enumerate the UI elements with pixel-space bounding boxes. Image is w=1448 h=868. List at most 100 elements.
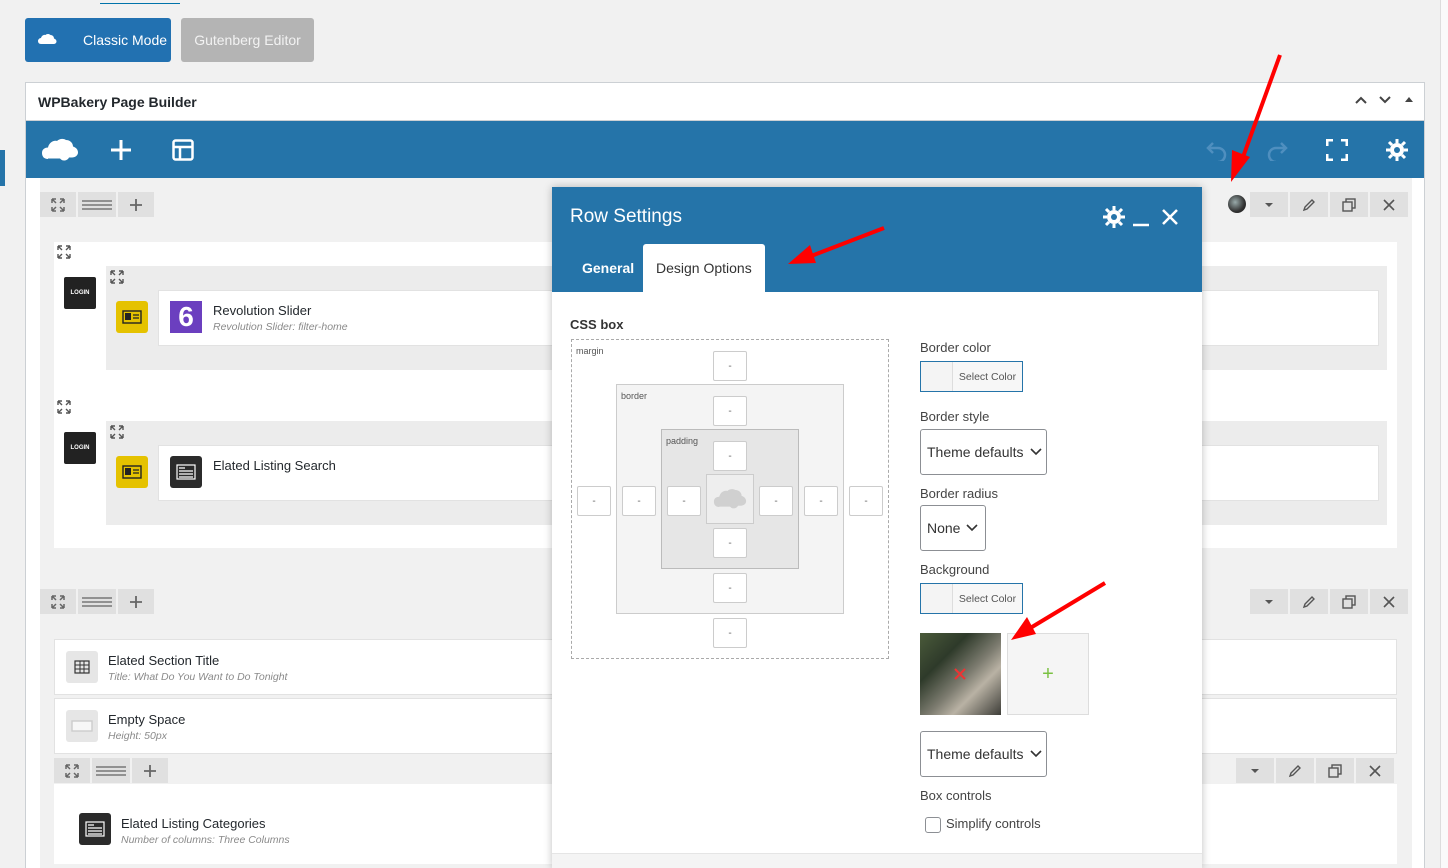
- builder-toolbar: [26, 121, 1424, 178]
- settings-gear-icon[interactable]: [1382, 121, 1412, 178]
- css-box-margin: margin border padding: [571, 339, 889, 659]
- border-left-input[interactable]: -: [622, 486, 656, 516]
- right-scrollbar[interactable]: [1440, 0, 1448, 868]
- background-image-thumbnail[interactable]: [920, 633, 1001, 715]
- row-edit-button[interactable]: [1290, 192, 1328, 217]
- row-clone-button[interactable]: [1330, 589, 1368, 614]
- inner-row-edit-button[interactable]: [1276, 758, 1314, 783]
- chevron-down-icon[interactable]: [1378, 93, 1392, 107]
- wpbakery-logo-icon[interactable]: [38, 121, 82, 178]
- tab-design-options-label: Design Options: [656, 260, 752, 276]
- css-box-content: [706, 474, 754, 524]
- redo-icon[interactable]: [1262, 121, 1292, 178]
- margin-bottom-input[interactable]: -: [713, 618, 747, 648]
- pencil-icon: [1288, 764, 1301, 777]
- border-style-select[interactable]: Theme defaults: [920, 429, 1047, 475]
- inner-row-add-icon[interactable]: [132, 758, 168, 783]
- login-badge-text: LOGIN: [70, 445, 90, 451]
- row-layout-icon[interactable]: [78, 589, 116, 614]
- background-color-picker[interactable]: Select Color: [920, 583, 1023, 614]
- column-expand-icon[interactable]: [57, 400, 71, 414]
- chevron-up-icon[interactable]: [1354, 93, 1368, 107]
- border-radius-value: None: [927, 520, 961, 536]
- classic-mode-button[interactable]: Classic Mode: [25, 18, 171, 62]
- inner-row-delete-button[interactable]: [1356, 758, 1394, 783]
- border-color-picker[interactable]: Select Color: [920, 361, 1023, 392]
- border-style-label: Border style: [920, 409, 990, 424]
- chevron-down-icon: [1029, 448, 1042, 456]
- fullscreen-icon[interactable]: [1322, 121, 1352, 178]
- element-title: Empty Space: [108, 712, 186, 727]
- row1-controls: [40, 192, 156, 217]
- inner-row-toggle-button[interactable]: [1236, 758, 1274, 783]
- element-subtitle: Title: What Do You Want to Do Tonight: [108, 671, 288, 683]
- chevron-down-icon: [966, 524, 979, 532]
- column-expand-icon[interactable]: [57, 245, 71, 259]
- inner-row-layout-icon[interactable]: [92, 758, 130, 783]
- element-subtitle: Revolution Slider: filter-home: [213, 321, 348, 333]
- row-toggle-button[interactable]: [1250, 589, 1288, 614]
- row-edit-button[interactable]: [1290, 589, 1328, 614]
- border-right-input[interactable]: -: [804, 486, 838, 516]
- border-bottom-input[interactable]: -: [713, 573, 747, 603]
- gutenberg-editor-button[interactable]: Gutenberg Editor: [181, 18, 314, 62]
- empty-space-icon: [66, 710, 98, 742]
- row-layout-icon[interactable]: [78, 192, 116, 217]
- row-delete-button[interactable]: [1370, 192, 1408, 217]
- modal-header: Row Settings General Design Options: [552, 187, 1202, 292]
- listing-search-icon: [170, 456, 202, 488]
- tab-general-label: General: [582, 260, 635, 276]
- padding-bottom-input[interactable]: -: [713, 528, 747, 558]
- margin-right-input[interactable]: -: [849, 486, 883, 516]
- inner-row-move-icon[interactable]: [54, 758, 90, 783]
- collapse-triangle-icon[interactable]: [1402, 93, 1416, 107]
- close-icon[interactable]: [1161, 208, 1179, 226]
- row-add-icon[interactable]: [118, 589, 154, 614]
- border-label: border: [621, 391, 648, 401]
- row-settings-modal: Row Settings General Design Options CSS …: [552, 187, 1202, 868]
- add-image-button[interactable]: +: [1007, 633, 1089, 715]
- element-title: Elated Section Title: [108, 653, 220, 668]
- padding-right-input[interactable]: -: [759, 486, 793, 516]
- modal-settings-gear-icon[interactable]: [1103, 206, 1125, 228]
- row-move-icon[interactable]: [40, 192, 76, 217]
- row-toggle-button[interactable]: [1250, 192, 1288, 217]
- padding-top-input[interactable]: -: [713, 441, 747, 471]
- border-top-input[interactable]: -: [713, 396, 747, 426]
- row-clone-button[interactable]: [1330, 192, 1368, 217]
- border-color-swatch: [921, 362, 953, 391]
- margin-left-input[interactable]: -: [577, 486, 611, 516]
- padding-left-input[interactable]: -: [667, 486, 701, 516]
- minimize-icon[interactable]: [1132, 209, 1150, 227]
- element-subtitle: Height: 50px: [108, 730, 167, 742]
- undo-icon[interactable]: [1202, 121, 1232, 178]
- modal-footer: [552, 853, 1202, 868]
- background-style-select[interactable]: Theme defaults: [920, 731, 1047, 777]
- row-move-icon[interactable]: [40, 589, 76, 614]
- row-delete-button[interactable]: [1370, 589, 1408, 614]
- inner-expand-icon[interactable]: [110, 270, 124, 284]
- margin-top-input[interactable]: -: [713, 351, 747, 381]
- add-element-icon[interactable]: [106, 121, 136, 178]
- add-image-plus: +: [1042, 662, 1054, 685]
- pencil-icon: [1302, 595, 1315, 608]
- css-box-label: CSS box: [570, 317, 624, 332]
- tab-design-options[interactable]: Design Options: [643, 244, 765, 292]
- border-style-value: Theme defaults: [927, 444, 1024, 460]
- row-add-icon[interactable]: [118, 192, 154, 217]
- top-link[interactable]: [100, 0, 180, 4]
- login-badge-text: LOGIN: [70, 290, 90, 296]
- listing-categories-icon: [79, 813, 111, 845]
- remove-image-icon[interactable]: [954, 668, 966, 680]
- row2-controls: [40, 589, 156, 614]
- inner-row-clone-button[interactable]: [1316, 758, 1354, 783]
- close-icon: [1383, 595, 1395, 608]
- border-radius-select[interactable]: None: [920, 505, 986, 551]
- tab-general[interactable]: General: [569, 244, 647, 292]
- templates-icon[interactable]: [168, 121, 198, 178]
- border-color-label: Border color: [920, 340, 991, 355]
- inner-expand-icon[interactable]: [110, 425, 124, 439]
- simplify-controls-checkbox[interactable]: [925, 817, 941, 833]
- gutenberg-editor-label: Gutenberg Editor: [194, 32, 301, 48]
- row-bg-image-indicator: [1228, 195, 1246, 213]
